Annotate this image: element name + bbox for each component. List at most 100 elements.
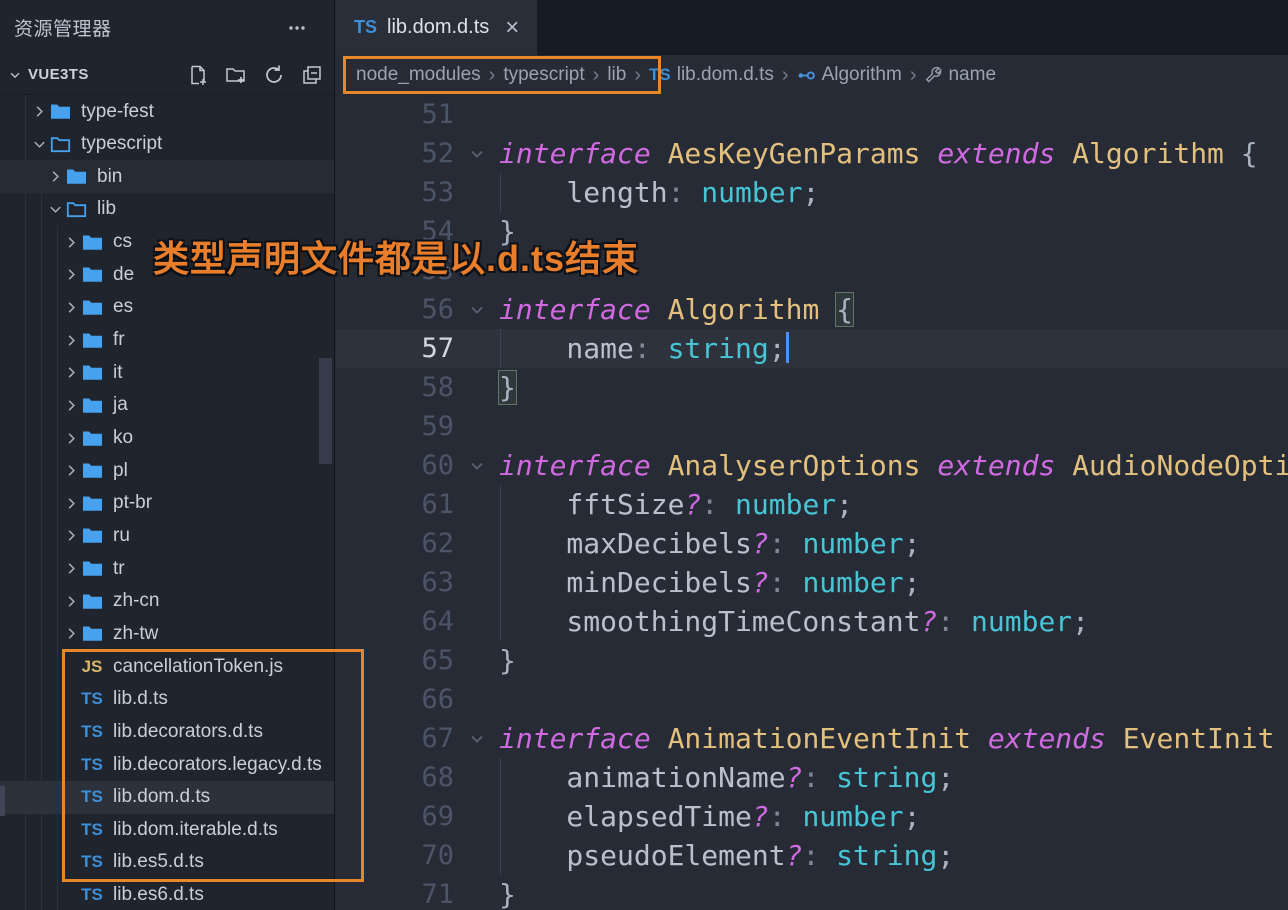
tree-folder-de[interactable]: de xyxy=(0,258,334,291)
line-number: 52 xyxy=(336,134,454,173)
chevron-right-icon[interactable] xyxy=(46,168,64,186)
tree-item-label: lib.es5.d.ts xyxy=(113,851,204,873)
breadcrumb-item-typescript[interactable]: typescript xyxy=(503,64,584,86)
chevron-right-icon[interactable] xyxy=(62,331,80,349)
tree-file-lib.dom.iterable.d.ts[interactable]: TSlib.dom.iterable.d.ts xyxy=(0,813,334,846)
code-line-56[interactable]: 56interface Algorithm { xyxy=(336,290,1288,329)
chevron-right-icon[interactable] xyxy=(62,396,80,414)
code-line-68[interactable]: 68 animationName?: string; xyxy=(336,758,1288,797)
tree-folder-ru[interactable]: ru xyxy=(0,519,334,552)
code-line-55[interactable]: 55 xyxy=(336,251,1288,290)
twisty-spacer xyxy=(62,658,80,676)
code-line-52[interactable]: 52interface AesKeyGenParams extends Algo… xyxy=(336,134,1288,173)
chevron-right-icon[interactable] xyxy=(62,592,80,610)
tree-folder-ja[interactable]: ja xyxy=(0,389,334,422)
line-number: 66 xyxy=(336,680,454,719)
tree-folder-pl[interactable]: pl xyxy=(0,454,334,487)
tree-folder-zh-cn[interactable]: zh-cn xyxy=(0,585,334,618)
tree-folder-es[interactable]: es xyxy=(0,291,334,324)
tree-folder-cs[interactable]: cs xyxy=(0,226,334,259)
tree-file-lib.decorators.d.ts[interactable]: TSlib.decorators.d.ts xyxy=(0,715,334,748)
chevron-right-icon[interactable] xyxy=(62,462,80,480)
code-text: } xyxy=(499,875,516,910)
explorer-actions xyxy=(186,63,324,87)
folder-icon xyxy=(80,332,104,349)
chevron-right-icon[interactable] xyxy=(62,494,80,512)
new-folder-icon[interactable] xyxy=(224,63,248,87)
tree-item-label: cancellationToken.js xyxy=(113,656,283,678)
code-line-54[interactable]: 54} xyxy=(336,212,1288,251)
code-text: interface AnalyserOptions extends AudioN… xyxy=(499,446,1288,485)
code-line-63[interactable]: 63 minDecibels?: number; xyxy=(336,563,1288,602)
fold-chevron-icon[interactable] xyxy=(462,446,492,485)
tab-lib-dom-d-ts[interactable]: TS lib.dom.d.ts × xyxy=(336,0,537,55)
chevron-right-icon[interactable] xyxy=(62,625,80,643)
breadcrumb-item-Algorithm[interactable]: Algorithm xyxy=(797,64,902,86)
tree-item-label: pt-br xyxy=(113,492,152,514)
chevron-right-icon[interactable] xyxy=(62,266,80,284)
tree-folder-type-fest[interactable]: type-fest xyxy=(0,95,334,128)
code-line-58[interactable]: 58} xyxy=(336,368,1288,407)
chevron-right-icon[interactable] xyxy=(62,560,80,578)
tree-file-lib.decorators.legacy.d.ts[interactable]: TSlib.decorators.legacy.d.ts xyxy=(0,748,334,781)
chevron-down-icon[interactable] xyxy=(30,135,48,153)
breadcrumb-item-name[interactable]: name xyxy=(924,64,996,86)
new-file-icon[interactable] xyxy=(186,63,210,87)
code-line-53[interactable]: 53 length: number; xyxy=(336,173,1288,212)
chevron-right-icon[interactable] xyxy=(62,364,80,382)
chevron-right-icon[interactable] xyxy=(62,429,80,447)
tree-file-cancellationToken.js[interactable]: JScancellationToken.js xyxy=(0,650,334,683)
breadcrumb-item-node_modules[interactable]: node_modules xyxy=(356,64,481,86)
fold-chevron-icon[interactable] xyxy=(462,134,492,173)
workspace-section-header[interactable]: VUE3TS xyxy=(0,55,334,95)
tree-folder-typescript[interactable]: typescript xyxy=(0,128,334,161)
tree-folder-fr[interactable]: fr xyxy=(0,324,334,357)
code-line-62[interactable]: 62 maxDecibels?: number; xyxy=(336,524,1288,563)
chevron-right-icon[interactable] xyxy=(30,103,48,121)
close-icon[interactable]: × xyxy=(505,16,519,40)
code-text: interface AnimationEventInit extends Eve… xyxy=(499,719,1288,758)
sidebar-scrollbar[interactable] xyxy=(319,358,332,464)
tree-folder-lib[interactable]: lib xyxy=(0,193,334,226)
tree-file-lib.es6.d.ts[interactable]: TSlib.es6.d.ts xyxy=(0,879,334,910)
code-line-69[interactable]: 69 elapsedTime?: number; xyxy=(336,797,1288,836)
tree-folder-tr[interactable]: tr xyxy=(0,552,334,585)
code-line-51[interactable]: 51 xyxy=(336,95,1288,134)
code-line-61[interactable]: 61 fftSize?: number; xyxy=(336,485,1288,524)
collapse-all-icon[interactable] xyxy=(300,63,324,87)
tree-folder-bin[interactable]: bin xyxy=(0,160,334,193)
tree-folder-pt-br[interactable]: pt-br xyxy=(0,487,334,520)
chevron-right-icon[interactable] xyxy=(62,233,80,251)
code-editor[interactable]: 5152interface AesKeyGenParams extends Al… xyxy=(336,95,1288,910)
code-line-64[interactable]: 64 smoothingTimeConstant?: number; xyxy=(336,602,1288,641)
tree-file-lib.d.ts[interactable]: TSlib.d.ts xyxy=(0,683,334,716)
tree-item-label: pl xyxy=(113,460,128,482)
tree-folder-ko[interactable]: ko xyxy=(0,422,334,455)
chevron-down-icon[interactable] xyxy=(46,200,64,218)
chevron-right-icon[interactable] xyxy=(62,527,80,545)
fold-chevron-icon[interactable] xyxy=(462,719,492,758)
tree-file-lib.dom.d.ts[interactable]: TSlib.dom.d.ts xyxy=(0,781,334,814)
fold-chevron-icon[interactable] xyxy=(462,290,492,329)
code-line-60[interactable]: 60interface AnalyserOptions extends Audi… xyxy=(336,446,1288,485)
code-line-70[interactable]: 70 pseudoElement?: string; xyxy=(336,836,1288,875)
typescript-file-icon: TS xyxy=(80,722,104,742)
more-actions-icon[interactable] xyxy=(286,17,308,39)
tree-item-label: lib.dom.d.ts xyxy=(113,786,210,808)
code-line-59[interactable]: 59 xyxy=(336,407,1288,446)
folder-icon xyxy=(64,168,88,185)
breadcrumb-item-lib[interactable]: lib xyxy=(607,64,626,86)
breadcrumb-item-lib.dom.d.ts[interactable]: TSlib.dom.d.ts xyxy=(649,64,774,86)
tree-file-lib.es5.d.ts[interactable]: TSlib.es5.d.ts xyxy=(0,846,334,879)
code-text: smoothingTimeConstant?: number; xyxy=(499,602,1089,641)
code-line-71[interactable]: 71} xyxy=(336,875,1288,910)
code-line-65[interactable]: 65} xyxy=(336,641,1288,680)
tree-folder-it[interactable]: it xyxy=(0,356,334,389)
chevron-right-icon[interactable] xyxy=(62,298,80,316)
refresh-icon[interactable] xyxy=(262,63,286,87)
line-number: 53 xyxy=(336,173,454,212)
tree-folder-zh-tw[interactable]: zh-tw xyxy=(0,617,334,650)
code-line-66[interactable]: 66 xyxy=(336,680,1288,719)
code-line-57[interactable]: 57 name: string; xyxy=(336,329,1288,368)
code-line-67[interactable]: 67interface AnimationEventInit extends E… xyxy=(336,719,1288,758)
